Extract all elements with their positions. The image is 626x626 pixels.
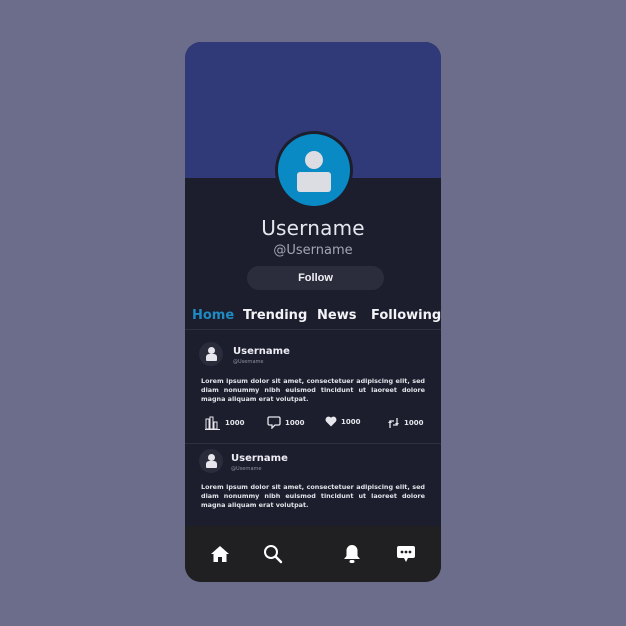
post-handle: @Username [233,359,264,365]
phone-frame: Username @Username Follow Home Trending … [185,42,441,582]
likes-stat[interactable]: 1000 [325,416,360,427]
views-stat[interactable]: 1000 [205,416,244,430]
reposts-count: 1000 [404,419,424,427]
profile-handle: @Username [273,243,353,258]
post-avatar[interactable] [199,342,223,366]
post-text: Lorem ipsum dolor sit amet, consectetuer… [201,483,425,509]
tab-home[interactable]: Home [192,308,234,323]
post-stats: 1000 1000 1000 1000 [185,416,441,430]
user-icon [208,347,215,354]
bottom-nav [185,526,441,582]
post-username[interactable]: Username [233,346,290,357]
post-avatar[interactable] [199,449,223,473]
nav-home-button[interactable] [208,542,232,566]
bell-icon [344,545,360,563]
post-divider [185,443,441,444]
nav-messages-button[interactable] [394,542,418,566]
comment-icon [267,416,281,429]
tab-news[interactable]: News [317,308,356,323]
user-icon [208,454,215,461]
likes-count: 1000 [341,417,361,426]
comments-stat[interactable]: 1000 [267,416,304,429]
views-count: 1000 [225,419,245,427]
comments-count: 1000 [285,418,305,427]
nav-search-button[interactable] [261,542,285,566]
profile-name: Username [261,216,365,240]
tab-bar: Home Trending News Following [185,308,441,328]
chat-icon [397,545,415,562]
heart-icon [325,416,337,427]
post-handle: @Username [231,466,262,472]
post-text: Lorem ipsum dolor sit amet, consectetuer… [201,377,425,403]
nav-notifications-button[interactable] [340,542,364,566]
tab-divider [185,329,441,330]
follow-button[interactable]: Follow [247,266,384,290]
user-icon [278,134,350,206]
repost-icon [388,418,399,428]
reposts-stat[interactable]: 1000 [387,416,423,430]
profile-avatar[interactable] [275,131,353,209]
bar-chart-icon [205,416,220,430]
post-username[interactable]: Username [231,453,288,464]
tab-trending[interactable]: Trending [243,308,307,323]
tab-following[interactable]: Following [371,308,441,323]
home-icon [211,546,229,562]
search-icon [264,545,283,564]
